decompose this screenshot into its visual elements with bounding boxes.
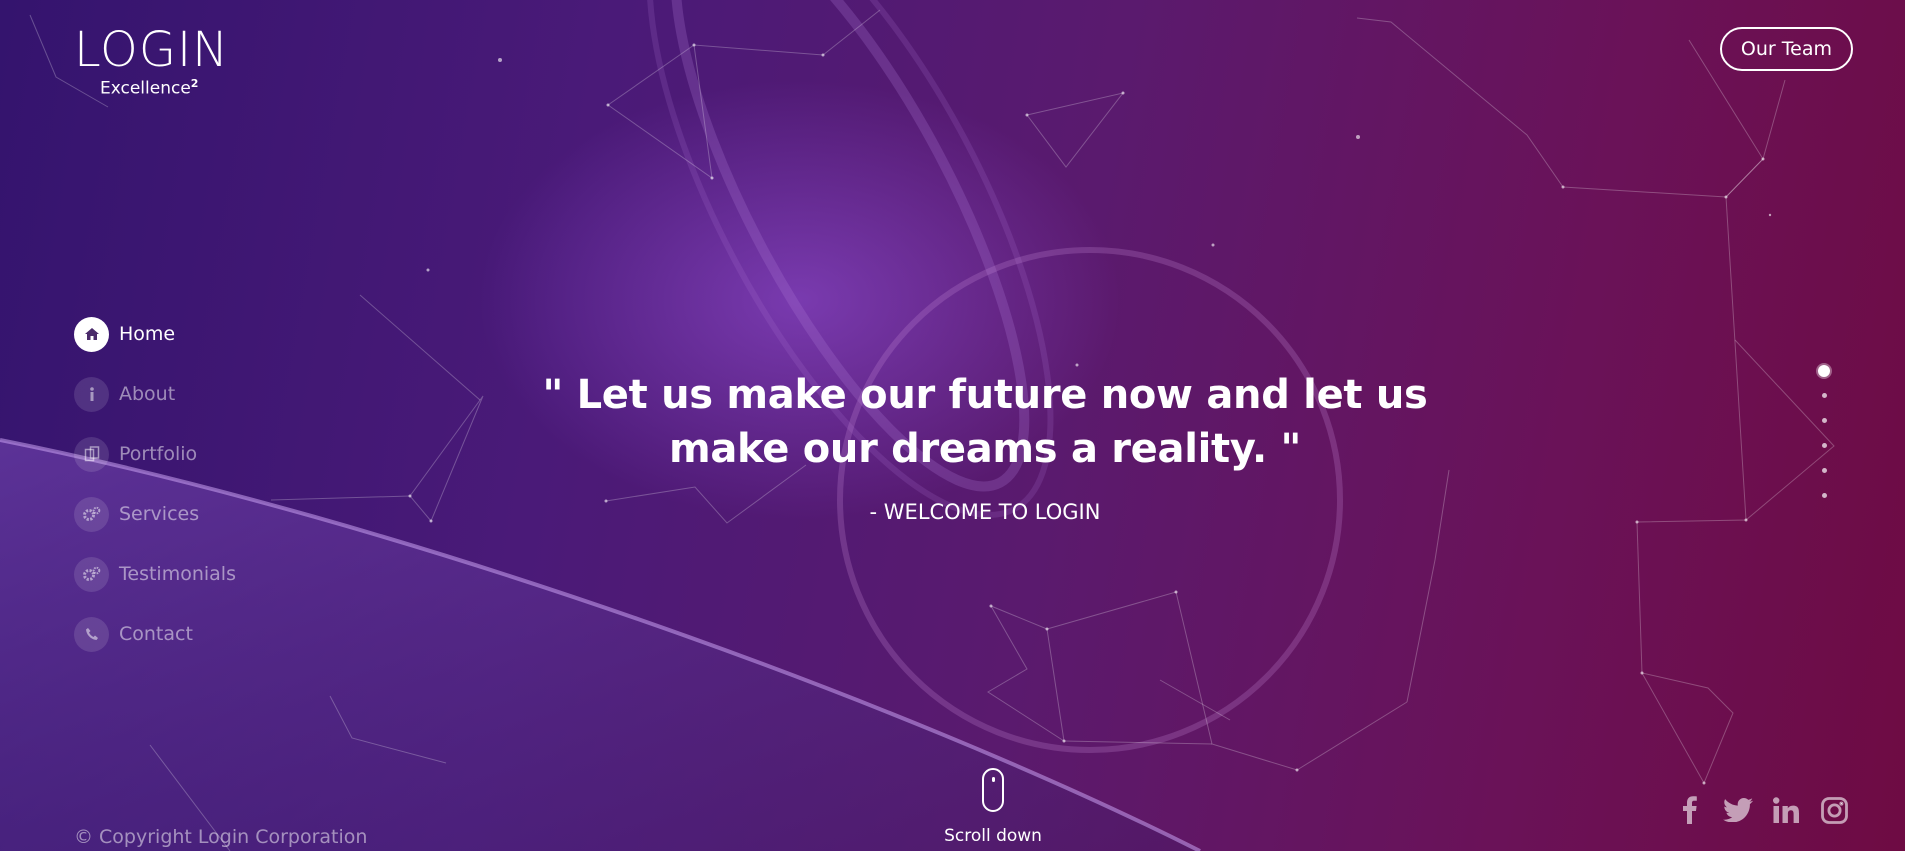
nav-item-label: Services: [119, 503, 200, 525]
nav-item-about[interactable]: About: [74, 376, 236, 412]
nav-item-testimonials[interactable]: Testimonials: [74, 556, 236, 592]
gears-icon: [74, 496, 109, 532]
facebook-icon[interactable]: [1675, 795, 1705, 825]
logo[interactable]: LOGIN Excellence2: [74, 26, 229, 99]
twitter-icon[interactable]: [1723, 795, 1753, 825]
page-dot-3[interactable]: [1821, 418, 1827, 423]
nav-item-label: About: [119, 383, 176, 405]
our-team-button[interactable]: Our Team: [1719, 27, 1853, 71]
info-icon: [74, 376, 109, 412]
scroll-down-label: Scroll down: [944, 826, 1042, 846]
page-dot-6[interactable]: [1821, 493, 1827, 498]
instagram-icon[interactable]: [1819, 795, 1849, 825]
page-dot-4[interactable]: [1821, 443, 1827, 448]
nav-item-label: Contact: [119, 623, 193, 645]
hero-subline: - WELCOME TO LOGIN: [869, 500, 1101, 524]
home-icon: [74, 316, 109, 352]
nav-item-contact[interactable]: Contact: [74, 616, 236, 652]
logo-title: LOGIN: [74, 22, 230, 78]
social-links: [1675, 795, 1849, 825]
hero-quote: " Let us make our future now and let us …: [542, 372, 1428, 472]
portfolio-icon: [74, 436, 109, 472]
nav-item-services[interactable]: Services: [74, 496, 236, 532]
page-dot-5[interactable]: [1821, 468, 1827, 473]
scroll-down-button[interactable]: Scroll down: [940, 768, 1046, 846]
nav-item-home[interactable]: Home: [74, 316, 236, 352]
nav-item-portfolio[interactable]: Portfolio: [74, 436, 236, 472]
mouse-icon: [982, 768, 1004, 812]
nav-item-label: Testimonials: [119, 563, 236, 585]
page-dot-1[interactable]: [1818, 365, 1830, 377]
nav-item-label: Portfolio: [119, 443, 198, 465]
phone-icon: [74, 616, 109, 652]
page-dots: [1818, 365, 1830, 518]
linkedin-icon[interactable]: [1771, 795, 1801, 825]
copyright: © Copyright Login Corporation: [74, 826, 368, 848]
nav-item-label: Home: [119, 323, 176, 345]
logo-superscript: 2: [190, 77, 199, 90]
side-nav: Home About Portfolio Services Testimonia…: [74, 316, 236, 676]
gears-icon: [74, 556, 109, 592]
logo-subtitle-text: Excellence: [100, 78, 191, 99]
page-dot-2[interactable]: [1821, 393, 1827, 398]
